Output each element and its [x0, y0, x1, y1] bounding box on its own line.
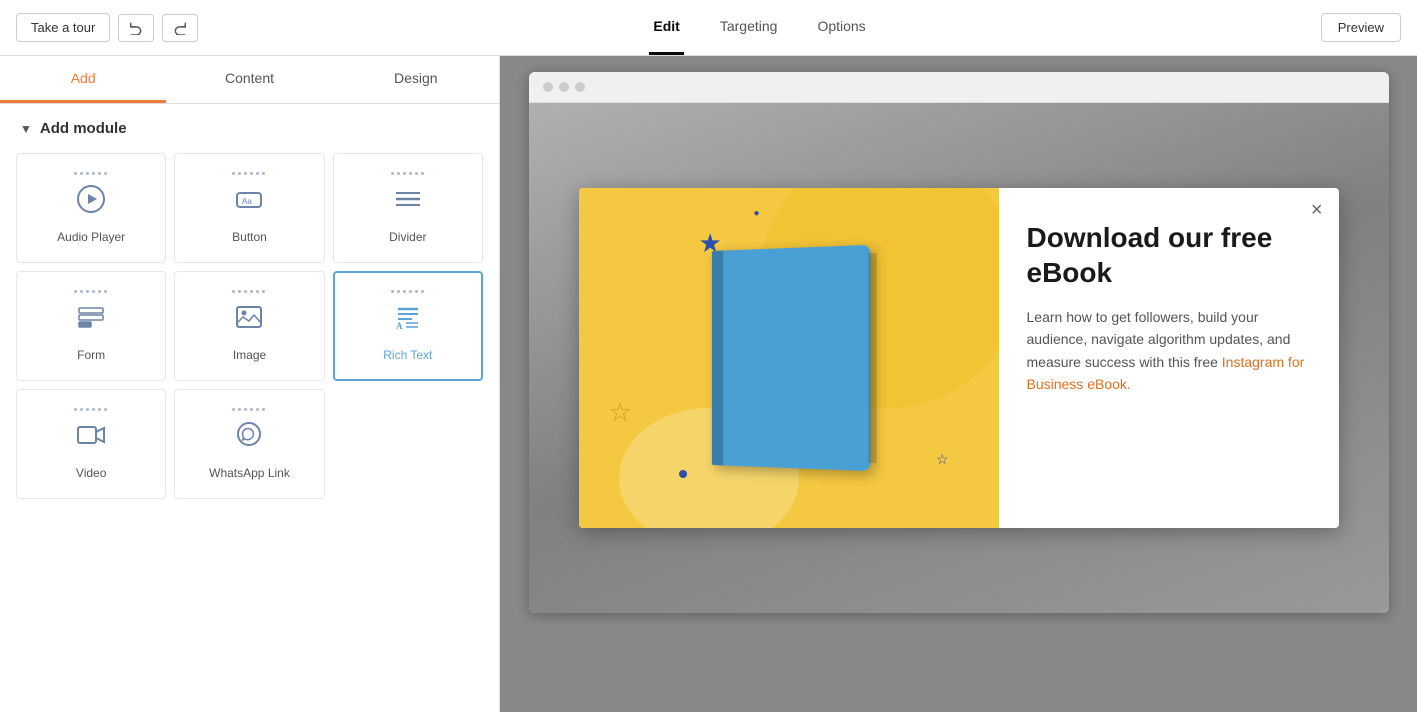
image-label: Image: [233, 348, 266, 362]
dots-pattern: [232, 408, 266, 411]
button-icon: Aa: [233, 183, 265, 222]
panel-tabs: Add Content Design: [0, 56, 499, 104]
browser-window: ★ ● ★ ☆ ☆ × Download our free eBook Lear: [529, 72, 1389, 613]
tab-options[interactable]: Options: [813, 0, 869, 55]
form-label: Form: [77, 348, 105, 362]
popup-content-section: × Download our free eBook Learn how to g…: [999, 188, 1339, 528]
undo-button[interactable]: [118, 14, 154, 42]
popup-title: Download our free eBook: [1027, 220, 1311, 290]
video-icon: [75, 419, 107, 458]
module-grid: Audio Player Aa Button: [0, 149, 499, 503]
star-decoration-3: ☆: [609, 397, 632, 428]
dot-decoration-1: ●: [754, 208, 760, 219]
tab-targeting[interactable]: Targeting: [716, 0, 782, 55]
collapse-arrow-icon[interactable]: ▼: [20, 122, 32, 136]
image-icon: [233, 301, 265, 340]
top-bar-left: Take a tour: [16, 13, 198, 42]
dots-pattern: [74, 172, 108, 175]
browser-dot-3: [575, 82, 585, 92]
browser-dot-2: [559, 82, 569, 92]
tab-edit[interactable]: Edit: [649, 0, 683, 55]
browser-dot-1: [543, 82, 553, 92]
dots-pattern: [232, 290, 266, 293]
dot-decoration-2: [679, 470, 687, 478]
module-card-audio-player[interactable]: Audio Player: [16, 153, 166, 263]
add-module-header: ▼ Add module: [0, 104, 499, 149]
module-card-image[interactable]: Image: [174, 271, 324, 381]
add-module-title: Add module: [40, 120, 127, 137]
preview-button[interactable]: Preview: [1321, 13, 1401, 42]
left-panel: Add Content Design ▼ Add module Audio Pl…: [0, 56, 500, 712]
module-card-form[interactable]: Form: [16, 271, 166, 381]
main-layout: Add Content Design ▼ Add module Audio Pl…: [0, 56, 1417, 712]
svg-text:Aa: Aa: [242, 197, 252, 206]
popup-image-section: ★ ● ★ ☆ ☆: [579, 188, 999, 528]
panel-tab-add[interactable]: Add: [0, 56, 166, 103]
popup-book: [711, 245, 870, 471]
browser-bar: [529, 72, 1389, 103]
dots-pattern: [74, 290, 108, 293]
dots-pattern: [74, 408, 108, 411]
whatsapp-icon: [233, 419, 265, 458]
take-tour-button[interactable]: Take a tour: [16, 13, 110, 42]
star-decoration-4: ☆: [936, 451, 949, 468]
audio-player-label: Audio Player: [57, 230, 125, 244]
top-bar-tabs: Edit Targeting Options: [649, 0, 869, 55]
popup-modal: ★ ● ★ ☆ ☆ × Download our free eBook Lear: [579, 188, 1339, 528]
redo-button[interactable]: [162, 14, 198, 42]
panel-tab-content[interactable]: Content: [166, 56, 332, 103]
module-card-divider[interactable]: Divider: [333, 153, 483, 263]
svg-text:A: A: [396, 321, 403, 331]
video-label: Video: [76, 466, 106, 480]
popup-close-button[interactable]: ×: [1311, 200, 1323, 220]
popup-description: Learn how to get followers, build your a…: [1027, 306, 1311, 396]
rich-text-label: Rich Text: [383, 348, 432, 362]
module-card-button[interactable]: Aa Button: [174, 153, 324, 263]
popup-container: ★ ● ★ ☆ ☆ × Download our free eBook Lear: [529, 103, 1389, 613]
form-icon: [75, 301, 107, 340]
right-panel: ★ ● ★ ☆ ☆ × Download our free eBook Lear: [500, 56, 1417, 712]
dots-pattern: [391, 290, 425, 293]
whatsapp-label: WhatsApp Link: [209, 466, 290, 480]
top-bar: Take a tour Edit Targeting Options Previ…: [0, 0, 1417, 56]
dots-pattern: [391, 172, 425, 175]
module-card-video[interactable]: Video: [16, 389, 166, 499]
module-card-whatsapp[interactable]: WhatsApp Link: [174, 389, 324, 499]
popup-link[interactable]: Instagram for Business eBook.: [1027, 354, 1305, 392]
module-card-rich-text[interactable]: A Rich Text: [333, 271, 483, 381]
rich-text-icon: A: [392, 301, 424, 340]
audio-player-icon: [75, 183, 107, 222]
dots-pattern: [232, 172, 266, 175]
divider-label: Divider: [389, 230, 426, 244]
divider-icon: [392, 183, 424, 222]
button-label: Button: [232, 230, 267, 244]
panel-tab-design[interactable]: Design: [333, 56, 499, 103]
